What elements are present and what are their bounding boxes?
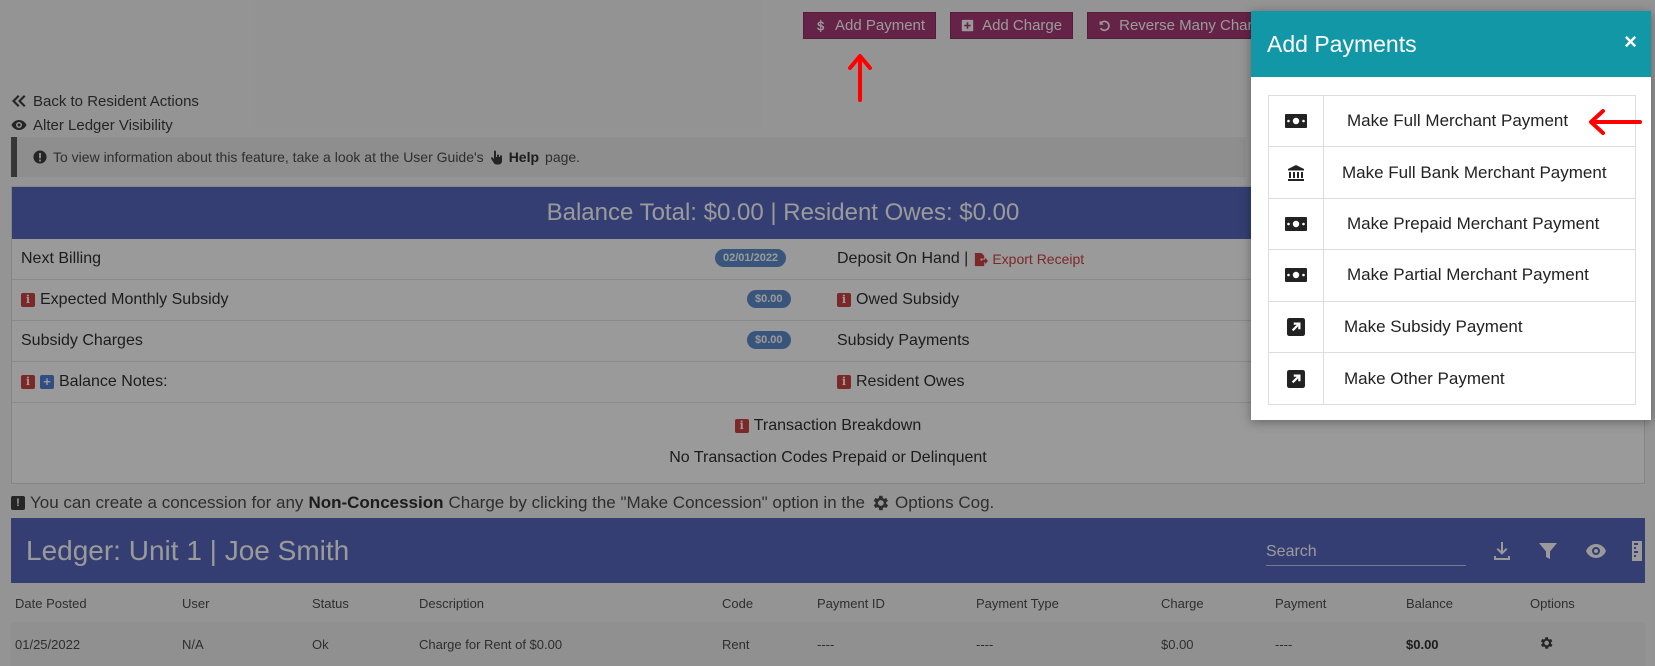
bank-icon — [1288, 164, 1304, 181]
option-label: Make Full Bank Merchant Payment — [1342, 162, 1607, 182]
modal-header: Add Payments × — [1251, 11, 1651, 77]
option-label: Make Other Payment — [1344, 368, 1505, 388]
money-bill-icon — [1285, 268, 1307, 283]
add-payments-modal: Add Payments × Make Full Merchant Paymen… — [1251, 11, 1651, 420]
make-full-bank-merchant-payment-option[interactable]: Make Full Bank Merchant Payment — [1269, 147, 1635, 199]
payment-options-list: Make Full Merchant Payment Make Full Ban… — [1268, 95, 1636, 406]
modal-title: Add Payments — [1267, 30, 1417, 57]
money-bill-icon — [1285, 114, 1307, 129]
make-other-payment-option[interactable]: Make Other Payment — [1269, 352, 1635, 405]
option-label: Make Prepaid Merchant Payment — [1347, 213, 1600, 233]
external-link-icon — [1287, 317, 1305, 336]
annotation-arrow-left — [1589, 109, 1642, 135]
close-icon[interactable]: × — [1624, 31, 1637, 53]
make-full-merchant-payment-option[interactable]: Make Full Merchant Payment — [1269, 96, 1635, 148]
make-subsidy-payment-option[interactable]: Make Subsidy Payment — [1269, 301, 1635, 353]
money-bill-icon — [1285, 216, 1307, 231]
make-prepaid-merchant-payment-option[interactable]: Make Prepaid Merchant Payment — [1269, 198, 1635, 251]
make-partial-merchant-payment-option[interactable]: Make Partial Merchant Payment — [1269, 250, 1635, 302]
external-link-icon — [1287, 369, 1305, 388]
annotation-arrow-up — [848, 54, 872, 102]
option-label: Make Subsidy Payment — [1344, 316, 1523, 336]
option-label: Make Partial Merchant Payment — [1347, 265, 1589, 285]
